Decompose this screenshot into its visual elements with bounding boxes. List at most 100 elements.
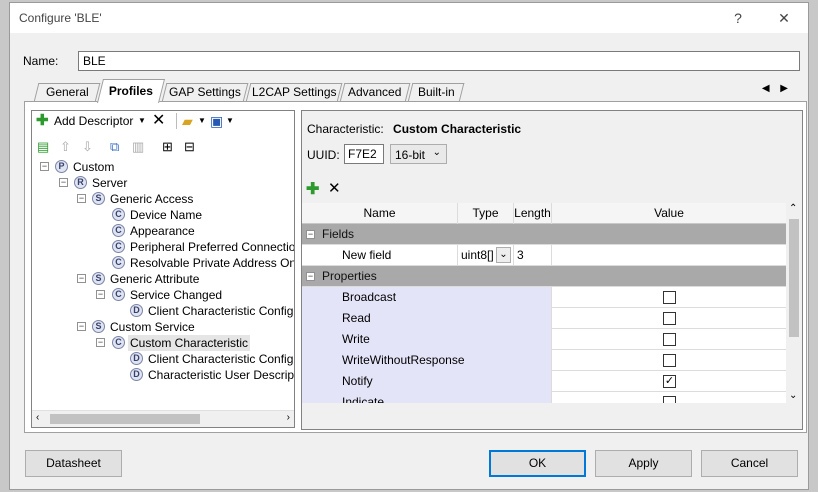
import-icon[interactable]: ▤ bbox=[37, 137, 49, 157]
chevron-down-icon[interactable]: ▼ bbox=[138, 111, 146, 131]
chevron-down-icon[interactable]: ⌄ bbox=[496, 247, 511, 263]
close-button[interactable]: ✕ bbox=[766, 7, 802, 29]
help-button[interactable]: ? bbox=[720, 7, 756, 29]
field-type[interactable]: uint8[] ⌄ bbox=[458, 245, 514, 266]
collapse-icon[interactable]: − bbox=[77, 322, 86, 331]
characteristic-editor: Characteristic: Custom Characteristic UU… bbox=[301, 110, 803, 430]
collapse-icon[interactable]: − bbox=[96, 290, 105, 299]
tab-profiles[interactable]: Profiles bbox=[97, 79, 165, 103]
scroll-right-icon[interactable]: › bbox=[287, 412, 290, 423]
scroll-up-icon[interactable]: ⌃ bbox=[789, 203, 797, 214]
tree-node[interactable]: D Client Characteristic Configu bbox=[32, 351, 294, 367]
tree-node[interactable]: − S Generic Access bbox=[32, 191, 294, 207]
add-icon[interactable]: ✚ bbox=[36, 111, 49, 131]
tree-node[interactable]: − S Custom Service bbox=[32, 319, 294, 335]
tree-horizontal-scrollbar[interactable]: ‹ › bbox=[32, 410, 294, 427]
scroll-left-icon[interactable]: ‹ bbox=[36, 412, 39, 423]
notify-checkbox[interactable]: ✓ bbox=[663, 375, 676, 388]
indicate-checkbox[interactable] bbox=[663, 396, 676, 403]
grid-header-row: Name Type Length Value bbox=[302, 203, 786, 224]
paste-icon[interactable]: ▥ bbox=[132, 137, 144, 157]
tree-toolbar: ✚ Add Descriptor ▼ ✕ ▰ ▼ ▣ ▼ bbox=[32, 111, 294, 135]
collapse-icon[interactable]: − bbox=[40, 162, 49, 171]
characteristic-badge-icon: C bbox=[112, 240, 125, 253]
property-row[interactable]: Notify ✓ bbox=[302, 371, 786, 392]
field-length[interactable]: 3 bbox=[514, 245, 552, 266]
property-row[interactable]: Write bbox=[302, 329, 786, 350]
cancel-button[interactable]: Cancel bbox=[701, 450, 798, 477]
move-down-icon[interactable]: ⇩ bbox=[82, 137, 93, 157]
property-row[interactable]: Read bbox=[302, 308, 786, 329]
delete-button[interactable]: ✕ bbox=[152, 111, 165, 131]
column-header-value[interactable]: Value bbox=[552, 203, 786, 224]
category-row-properties[interactable]: − Properties bbox=[302, 266, 786, 287]
tree-node[interactable]: − S Generic Attribute bbox=[32, 271, 294, 287]
tree-node[interactable]: − C Service Changed bbox=[32, 287, 294, 303]
tree-node[interactable]: − P Custom bbox=[32, 159, 294, 175]
ok-button[interactable]: OK bbox=[489, 450, 586, 477]
collapse-icon[interactable]: − bbox=[77, 274, 86, 283]
open-folder-icon[interactable]: ▰ bbox=[182, 111, 193, 131]
fields-toolbar: ✚ ✕ bbox=[302, 179, 802, 201]
delete-field-icon[interactable]: ✕ bbox=[328, 179, 341, 197]
tree-node[interactable]: C Appearance bbox=[32, 223, 294, 239]
column-header-length[interactable]: Length bbox=[514, 203, 552, 224]
window-title: Configure 'BLE' bbox=[19, 11, 102, 25]
tab-l2cap-settings[interactable]: L2CAP Settings bbox=[245, 83, 343, 102]
tree-node[interactable]: D Client Characteristic Configu bbox=[32, 303, 294, 319]
collapse-all-icon[interactable]: ⊟ bbox=[184, 137, 195, 157]
scroll-down-icon[interactable]: ⌄ bbox=[789, 390, 797, 401]
tab-advanced[interactable]: Advanced bbox=[339, 83, 411, 102]
move-up-icon[interactable]: ⇧ bbox=[60, 137, 71, 157]
read-checkbox[interactable] bbox=[663, 312, 676, 325]
tab-gap-settings[interactable]: GAP Settings bbox=[161, 83, 249, 102]
uuid-input[interactable] bbox=[344, 144, 384, 164]
tab-scroll-arrows[interactable]: ◀ ▶ bbox=[762, 83, 792, 94]
tree-node[interactable]: C Resolvable Private Address Only bbox=[32, 255, 294, 271]
collapse-icon[interactable]: − bbox=[306, 272, 315, 281]
column-header-name[interactable]: Name bbox=[302, 203, 458, 224]
tab-built-in[interactable]: Built-in bbox=[407, 83, 465, 102]
scroll-thumb[interactable] bbox=[789, 219, 799, 337]
scroll-thumb[interactable] bbox=[50, 414, 200, 424]
property-row[interactable]: Indicate bbox=[302, 392, 786, 403]
tree-node-label: Client Characteristic Configu bbox=[148, 352, 294, 366]
field-value[interactable] bbox=[552, 245, 786, 266]
tab-general[interactable]: General bbox=[33, 83, 101, 102]
tab-label: GAP Settings bbox=[169, 85, 241, 99]
tree-node[interactable]: C Device Name bbox=[32, 207, 294, 223]
name-input[interactable] bbox=[78, 51, 800, 71]
grid-vertical-scrollbar[interactable]: ⌃ ⌄ bbox=[786, 203, 802, 403]
chevron-down-icon[interactable]: ▼ bbox=[226, 111, 234, 131]
tree-node-selected[interactable]: − C Custom Characteristic bbox=[32, 335, 294, 351]
collapse-icon[interactable]: − bbox=[96, 338, 105, 347]
tree-node[interactable]: D Characteristic User Descript bbox=[32, 367, 294, 383]
collapse-icon[interactable]: − bbox=[306, 230, 315, 239]
chevron-down-icon: ⌄ bbox=[432, 147, 441, 158]
add-field-icon[interactable]: ✚ bbox=[306, 179, 319, 199]
field-name[interactable]: New field bbox=[302, 245, 458, 266]
collapse-icon[interactable]: − bbox=[59, 178, 68, 187]
property-row[interactable]: Broadcast bbox=[302, 287, 786, 308]
expand-all-icon[interactable]: ⊞ bbox=[162, 137, 173, 157]
collapse-icon[interactable]: − bbox=[77, 194, 86, 203]
copy-icon[interactable]: ⧉ bbox=[110, 137, 119, 157]
tree-node-label: Client Characteristic Configu bbox=[148, 304, 294, 318]
write-without-response-checkbox[interactable] bbox=[663, 354, 676, 367]
category-row-fields[interactable]: − Fields bbox=[302, 224, 786, 245]
name-label: Name: bbox=[23, 54, 59, 68]
chevron-down-icon[interactable]: ▼ bbox=[198, 111, 206, 131]
tree-node[interactable]: C Peripheral Preferred Connection bbox=[32, 239, 294, 255]
save-icon[interactable]: ▣ bbox=[210, 111, 223, 131]
add-descriptor-button[interactable]: Add Descriptor bbox=[54, 111, 133, 131]
write-checkbox[interactable] bbox=[663, 333, 676, 346]
property-row[interactable]: WriteWithoutResponse bbox=[302, 350, 786, 371]
apply-button[interactable]: Apply bbox=[595, 450, 692, 477]
descriptor-badge-icon: D bbox=[130, 352, 143, 365]
broadcast-checkbox[interactable] bbox=[663, 291, 676, 304]
column-header-type[interactable]: Type bbox=[458, 203, 514, 224]
uuid-type-select[interactable]: 16-bit ⌄ bbox=[390, 144, 447, 164]
datasheet-button[interactable]: Datasheet bbox=[25, 450, 122, 477]
field-row[interactable]: New field uint8[] ⌄ 3 bbox=[302, 245, 786, 266]
tree-node[interactable]: − R Server bbox=[32, 175, 294, 191]
